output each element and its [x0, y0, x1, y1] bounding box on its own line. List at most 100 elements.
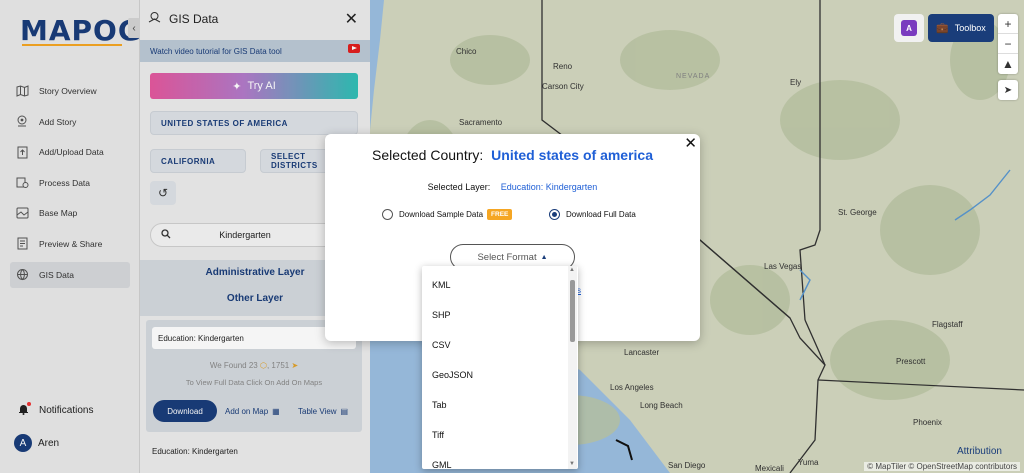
add-on-map-label: Add on Map — [225, 406, 269, 416]
nav-item-label: Preview & Share — [39, 238, 103, 249]
city-label: Ely — [790, 78, 802, 87]
format-option-csv[interactable]: CSV — [422, 330, 568, 360]
city-label: Flagstaff — [932, 320, 963, 329]
briefcase-icon: 💼 — [936, 22, 949, 34]
chevron-left-icon: ‹ — [132, 22, 136, 34]
ai-icon: A — [901, 20, 917, 36]
dropdown-scrollbar[interactable]: ▲ ▼ — [568, 266, 577, 469]
layer-search-input[interactable]: Kindergarten — [150, 223, 350, 247]
refresh-icon: ↺ — [157, 186, 169, 200]
layer-list-item[interactable]: Education: Kindergarten — [152, 447, 238, 456]
free-badge: FREE — [487, 209, 513, 220]
city-label: Phoenix — [913, 418, 942, 427]
found-prefix: We Found — [209, 361, 247, 370]
map-add-icon: ▦ — [272, 406, 280, 416]
country-select[interactable]: UNITED STATES OF AMERICA — [150, 111, 358, 135]
youtube-icon[interactable] — [348, 44, 360, 53]
process-icon — [15, 176, 29, 190]
tutorial-banner[interactable]: Watch video tutorial for GIS Data tool — [140, 40, 370, 62]
toolbox-button[interactable]: 💼 Toolbox — [928, 14, 994, 42]
found-count-b: 1751 — [271, 361, 290, 370]
city-label: Prescott — [896, 357, 926, 366]
upload-icon — [15, 145, 29, 159]
nav-item-label: Process Data — [39, 177, 91, 188]
city-label: Los Angeles — [610, 383, 654, 392]
city-label: Long Beach — [640, 401, 683, 410]
navigation-arrow-icon: ➤ — [1003, 84, 1013, 96]
add-on-map-button[interactable]: Add on Map ▦ — [225, 400, 280, 422]
format-option-shp[interactable]: SHP — [422, 300, 568, 330]
caret-up-icon: ▲ — [540, 253, 548, 261]
city-label: San Diego — [668, 461, 706, 470]
user-profile[interactable]: A Aren — [14, 434, 59, 452]
full-radio[interactable] — [549, 209, 560, 220]
scrollbar-thumb[interactable] — [570, 280, 575, 342]
user-name: Aren — [38, 437, 60, 449]
bell-icon — [18, 402, 31, 418]
format-option-geojson[interactable]: GeoJSON — [422, 360, 568, 390]
close-panel-button[interactable]: ✕ — [345, 9, 358, 29]
search-value: Kindergarten — [219, 230, 271, 240]
nav-item-story-overview[interactable]: Story Overview — [10, 78, 130, 104]
format-option-gml[interactable]: GML — [422, 450, 568, 469]
point-icon: ➤ — [291, 361, 299, 370]
state-select[interactable]: CALIFORNIA — [150, 149, 246, 173]
gis-data-icon — [148, 11, 161, 27]
city-label: Carson City — [542, 82, 584, 91]
city-label: Yuma — [798, 458, 819, 467]
zoom-out-button[interactable]: − — [998, 34, 1018, 54]
format-option-kml[interactable]: KML — [422, 270, 568, 300]
toolbox-label: Toolbox — [954, 23, 986, 33]
format-button-label: Select Format — [477, 251, 537, 263]
modal-title-prefix: Selected Country: — [371, 147, 484, 163]
logo-underline — [22, 44, 122, 46]
try-ai-label: Try AI — [247, 80, 276, 92]
nav-item-process-data[interactable]: Process Data — [10, 170, 130, 196]
scroll-down-icon[interactable]: ▼ — [569, 461, 575, 467]
panel-header: GIS Data — [140, 0, 370, 38]
search-icon — [161, 229, 171, 241]
modal-title: Selected Country: United states of ameri… — [325, 147, 700, 163]
city-label: St. George — [838, 208, 877, 217]
format-option-tiff[interactable]: Tiff — [422, 420, 568, 450]
districts-line2: DISTRICTS — [271, 161, 318, 170]
notifications-button[interactable]: Notifications — [18, 402, 93, 418]
ai-assistant-button[interactable]: A — [894, 14, 924, 42]
download-button[interactable]: Download — [153, 400, 217, 422]
locate-button[interactable]: ➤ — [998, 80, 1018, 100]
logo-text: MAPOG — [20, 13, 142, 47]
table-view-button[interactable]: Table View ▤ — [298, 400, 348, 422]
panel-title: GIS Data — [169, 12, 219, 26]
nav-item-preview-share[interactable]: Preview & Share — [10, 231, 130, 257]
reset-button[interactable]: ↺ — [150, 181, 176, 205]
nav-item-label: GIS Data — [39, 269, 74, 280]
download-sample-option[interactable]: Download Sample Data FREE — [382, 209, 513, 220]
database-icon — [15, 268, 29, 282]
format-options-list: KML SHP CSV GeoJSON Tab Tiff GML — [422, 270, 568, 469]
sparkle-icon: ✦ — [232, 80, 242, 93]
nav-list: Story Overview Add Story Add/Upload Data… — [10, 78, 130, 292]
nav-item-add-story[interactable]: Add Story — [10, 109, 130, 135]
attribution-link[interactable]: Attribution — [957, 446, 1002, 457]
format-option-tab[interactable]: Tab — [422, 390, 568, 420]
zoom-in-button[interactable]: + — [998, 14, 1018, 34]
share-icon — [15, 237, 29, 251]
scroll-up-icon[interactable]: ▲ — [569, 267, 575, 273]
city-label: Lancaster — [624, 348, 660, 357]
selected-country: United states of america — [491, 147, 654, 163]
nav-item-gis-data[interactable]: GIS Data — [10, 261, 130, 288]
found-summary: We Found 23 ⬡, 1751 ➤ — [209, 361, 299, 370]
nav-item-label: Add/Upload Data — [39, 147, 104, 158]
full-option-label: Download Full Data — [566, 210, 636, 219]
collapse-sidebar-button[interactable]: ‹ — [128, 18, 140, 38]
sample-radio[interactable] — [382, 209, 393, 220]
nav-item-add-upload-data[interactable]: Add/Upload Data — [10, 139, 130, 165]
compass-button[interactable]: ▲ — [998, 54, 1018, 74]
nav-item-base-map[interactable]: Base Map — [10, 200, 130, 226]
avatar: A — [14, 434, 32, 452]
download-full-option[interactable]: Download Full Data — [549, 209, 636, 220]
zoom-control: + − ▲ — [998, 14, 1018, 74]
city-label: Reno — [553, 62, 573, 71]
try-ai-button[interactable]: ✦ Try AI — [150, 73, 358, 99]
districts-line1: SELECT — [271, 152, 306, 161]
